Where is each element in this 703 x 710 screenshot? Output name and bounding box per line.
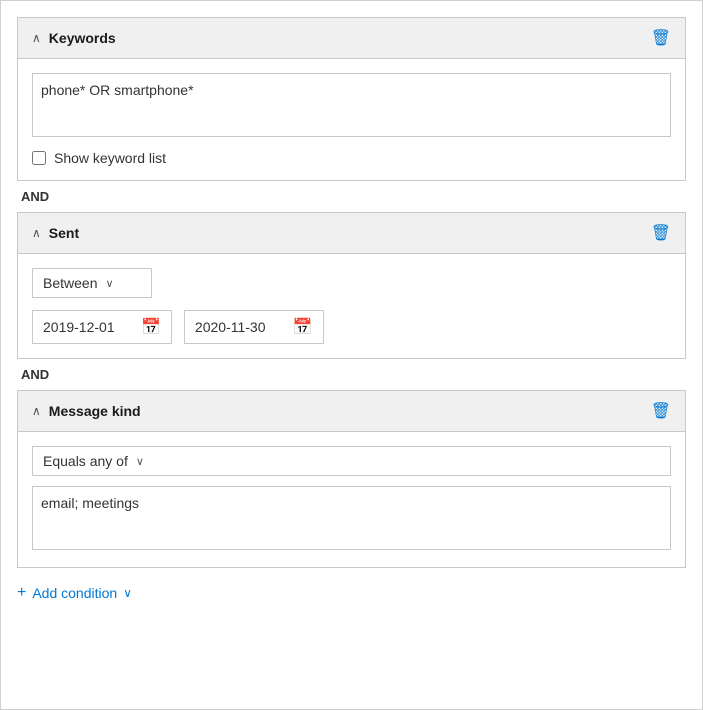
date-start-wrapper: 📅: [32, 310, 172, 344]
sent-dropdown-value: Between: [43, 275, 97, 291]
message-kind-section-header: ∧ Message kind 🗑: [18, 391, 685, 432]
and-label-1: AND: [17, 181, 686, 212]
sent-delete-icon[interactable]: 🗑: [651, 223, 671, 243]
message-kind-section-body: Equals any of ∨: [18, 432, 685, 567]
sent-collapse-icon[interactable]: ∧: [32, 226, 41, 240]
add-condition-row[interactable]: + Add condition ∨: [17, 584, 686, 602]
sent-dropdown-row: Between ∨: [32, 268, 671, 298]
message-kind-collapse-icon[interactable]: ∧: [32, 404, 41, 418]
date-end-input[interactable]: [195, 319, 285, 335]
message-kind-textarea[interactable]: [32, 486, 671, 550]
message-kind-dropdown-value: Equals any of: [43, 453, 128, 469]
keywords-section-body: Show keyword list: [18, 59, 685, 180]
message-kind-delete-icon[interactable]: 🗑: [651, 401, 671, 421]
message-kind-dropdown-chevron: ∨: [136, 455, 144, 468]
sent-header-left: ∧ Sent: [32, 225, 79, 241]
sent-section-header: ∧ Sent 🗑: [18, 213, 685, 254]
keywords-textarea[interactable]: [32, 73, 671, 137]
sent-title: Sent: [49, 225, 79, 241]
keywords-section-header: ∧ Keywords 🗑: [18, 18, 685, 59]
sent-dropdown[interactable]: Between ∨: [32, 268, 152, 298]
sent-section: ∧ Sent 🗑 Between ∨ 📅 📅: [17, 212, 686, 359]
date-start-calendar-icon[interactable]: 📅: [141, 317, 161, 337]
main-container: ∧ Keywords 🗑 Show keyword list AND ∧ Sen…: [0, 0, 703, 710]
keywords-title: Keywords: [49, 30, 116, 46]
add-condition-chevron-icon: ∨: [123, 586, 132, 600]
date-start-input[interactable]: [43, 319, 133, 335]
show-keyword-row: Show keyword list: [32, 150, 671, 166]
message-kind-dropdown[interactable]: Equals any of ∨: [32, 446, 671, 476]
show-keyword-label: Show keyword list: [54, 150, 166, 166]
sent-section-body: Between ∨ 📅 📅: [18, 254, 685, 358]
keywords-collapse-icon[interactable]: ∧: [32, 31, 41, 45]
message-kind-section: ∧ Message kind 🗑 Equals any of ∨: [17, 390, 686, 568]
message-kind-title: Message kind: [49, 403, 141, 419]
add-condition-plus-icon: +: [17, 584, 26, 602]
show-keyword-checkbox[interactable]: [32, 151, 46, 165]
sent-dropdown-chevron: ∨: [105, 277, 113, 290]
add-condition-label: Add condition: [32, 585, 117, 601]
keywords-header-left: ∧ Keywords: [32, 30, 116, 46]
date-inputs-row: 📅 📅: [32, 310, 671, 344]
keywords-section: ∧ Keywords 🗑 Show keyword list: [17, 17, 686, 181]
and-label-2: AND: [17, 359, 686, 390]
keywords-delete-icon[interactable]: 🗑: [651, 28, 671, 48]
date-end-calendar-icon[interactable]: 📅: [293, 317, 313, 337]
date-end-wrapper: 📅: [184, 310, 324, 344]
message-kind-header-left: ∧ Message kind: [32, 403, 141, 419]
